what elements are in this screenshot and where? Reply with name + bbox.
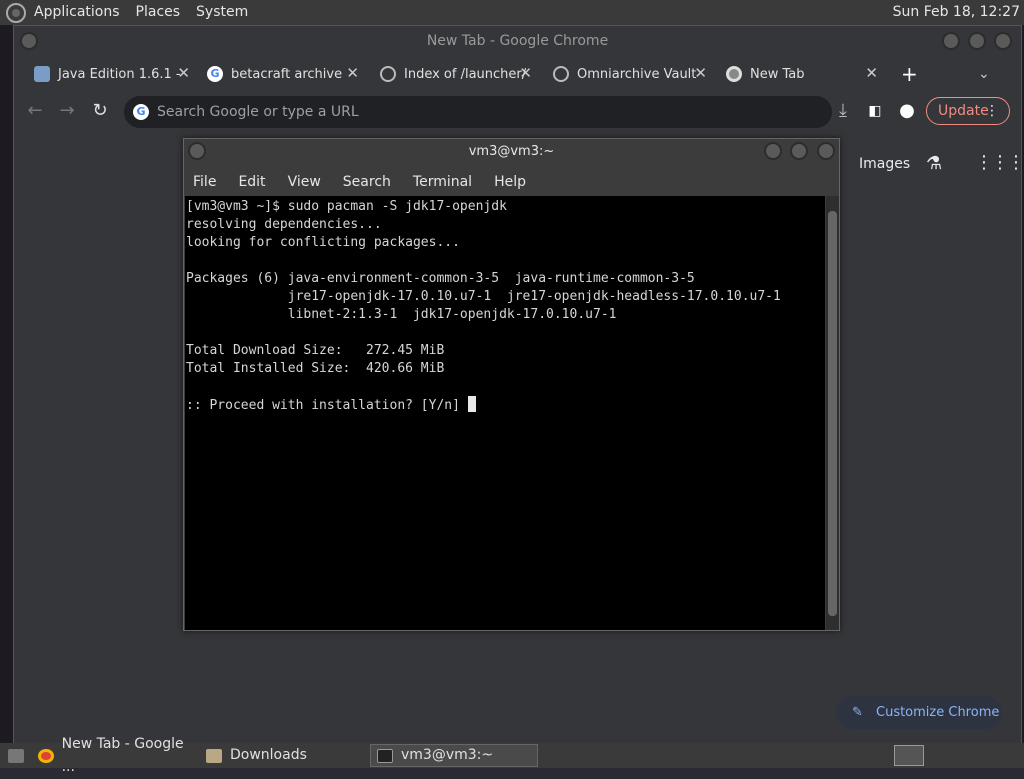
menu-terminal[interactable]: Terminal [413,169,472,195]
folder-icon [206,748,222,763]
customize-chrome-button[interactable]: ✎ Customize Chrome [836,696,1002,729]
globe-icon [380,66,396,82]
images-link[interactable]: Images [859,156,910,172]
tab-label: Omniarchive Vault [577,66,697,82]
tab-label: New Tab [750,66,805,82]
taskbar-item-terminal[interactable]: vm3@vm3:~ [370,744,538,767]
tab-omniarchive[interactable]: Omniarchive Vault ✕ [553,59,707,89]
tab-label: Java Edition 1.6.1 - [58,66,181,82]
workspace-switcher[interactable] [894,745,924,766]
omnibox-placeholder: Search Google or type a URL [157,104,359,120]
terminal-line: Total Installed Size: 420.66 MiB [186,361,445,376]
distro-logo-icon[interactable] [6,2,26,23]
terminal-icon [377,748,393,763]
terminal-line: [vm3@vm3 ~]$ sudo pacman -S jdk17-openjd… [186,199,507,214]
menu-file[interactable]: File [193,169,216,195]
java-edition-icon [34,66,50,82]
tab-label: Index of /launcher/ [404,66,527,82]
omnibox[interactable]: G Search Google or type a URL [124,96,832,128]
tab-label: betacraft archive [231,66,343,82]
terminal-scrollbar-thumb[interactable] [828,211,837,616]
forward-arrow-icon[interactable]: → [56,100,78,122]
menu-search[interactable]: Search [343,169,391,195]
tab-strip: Java Edition 1.6.1 - ✕ G betacraft archi… [14,59,1021,89]
maximize-button[interactable] [968,32,986,50]
apps-grid-icon[interactable]: ⋮⋮⋮ [975,152,1024,173]
google-icon: G [207,66,223,82]
tab-java-edition[interactable]: Java Edition 1.6.1 - ✕ [34,59,190,89]
terminal-line: resolving dependencies... [186,217,382,232]
menu-places[interactable]: Places [128,0,189,25]
tab-new-tab[interactable]: New Tab ✕ [726,59,878,89]
google-icon: G [133,104,149,120]
tab-index-launcher[interactable]: Index of /launcher/ ✕ [380,59,532,89]
side-panel-icon[interactable]: ◧ [864,100,886,122]
terminal-line: Packages (6) java-environment-common-3-5… [186,271,695,286]
menu-edit[interactable]: Edit [238,169,265,195]
labs-flask-icon[interactable]: ⚗ [926,153,942,174]
chrome-icon [726,66,742,82]
more-menu-icon[interactable]: ⋮ [985,98,999,124]
terminal-line: Total Download Size: 272.45 MiB [186,343,445,358]
clock[interactable]: Sun Feb 18, 12:27 [893,0,1020,25]
terminal-menubar: File Edit View Search Terminal Help [184,169,548,195]
close-tab-icon[interactable]: ✕ [519,64,532,82]
minimize-button[interactable] [942,32,960,50]
window-title: New Tab - Google Chrome [426,33,609,49]
customize-label: Customize Chrome [876,705,1000,720]
taskbar-label: New Tab - Google ... [61,735,184,775]
profile-icon[interactable]: ● [896,100,918,122]
terminal-prompt: :: Proceed with installation? [Y/n] [186,398,468,413]
terminal-title: vm3@vm3:~ [468,144,555,159]
show-desktop-icon[interactable] [2,744,26,767]
taskbar-label: Downloads [230,747,307,763]
taskbar-label: vm3@vm3:~ [401,747,494,763]
back-arrow-icon[interactable]: ← [24,100,46,122]
taskbar-item-downloads[interactable]: Downloads [200,744,364,767]
menu-help[interactable]: Help [494,169,526,195]
terminal-window: vm3@vm3:~ File Edit View Search Terminal… [183,138,840,631]
globe-icon [553,66,569,82]
tab-betacraft[interactable]: G betacraft archive ✕ [207,59,359,89]
close-tab-icon[interactable]: ✕ [346,64,359,82]
terminal-output[interactable]: [vm3@vm3 ~]$ sudo pacman -S jdk17-openjd… [185,196,825,630]
terminal-line: jre17-openjdk-17.0.10.u7-1 jre17-openjdk… [186,289,781,304]
new-tab-button[interactable]: + [901,59,921,89]
close-button[interactable] [817,142,835,160]
close-tab-icon[interactable]: ✕ [694,64,707,82]
bottom-taskbar: New Tab - Google ... Downloads vm3@vm3:~ [0,736,1024,775]
update-label: Update [938,103,989,119]
menu-applications[interactable]: Applications [26,0,128,25]
terminal-cursor [467,396,476,412]
taskbar-item-chrome[interactable]: New Tab - Google ... [32,736,196,775]
close-tab-icon[interactable]: ✕ [177,64,190,82]
maximize-button[interactable] [790,142,808,160]
close-button[interactable] [994,32,1012,50]
menu-system[interactable]: System [188,0,256,25]
download-icon[interactable]: ⤓ [832,100,854,122]
menu-view[interactable]: View [288,169,321,195]
top-panel: Applications Places System Sun Feb 18, 1… [0,0,1024,25]
minimize-button[interactable] [764,142,782,160]
terminal-line: looking for conflicting packages... [186,235,460,250]
tab-search-chevron-icon[interactable]: ⌄ [978,59,998,89]
close-tab-icon[interactable]: ✕ [865,64,878,82]
desktop-icon [8,748,24,763]
update-button[interactable]: Update ⋮ [926,97,1010,125]
chrome-icon [38,748,54,763]
pencil-icon: ✎ [852,705,863,720]
terminal-prompt-line: :: Proceed with installation? [Y/n] [186,396,825,415]
terminal-line: libnet-2:1.3-1 jdk17-openjdk-17.0.10.u7-… [186,307,617,322]
reload-icon[interactable]: ↻ [89,100,111,122]
